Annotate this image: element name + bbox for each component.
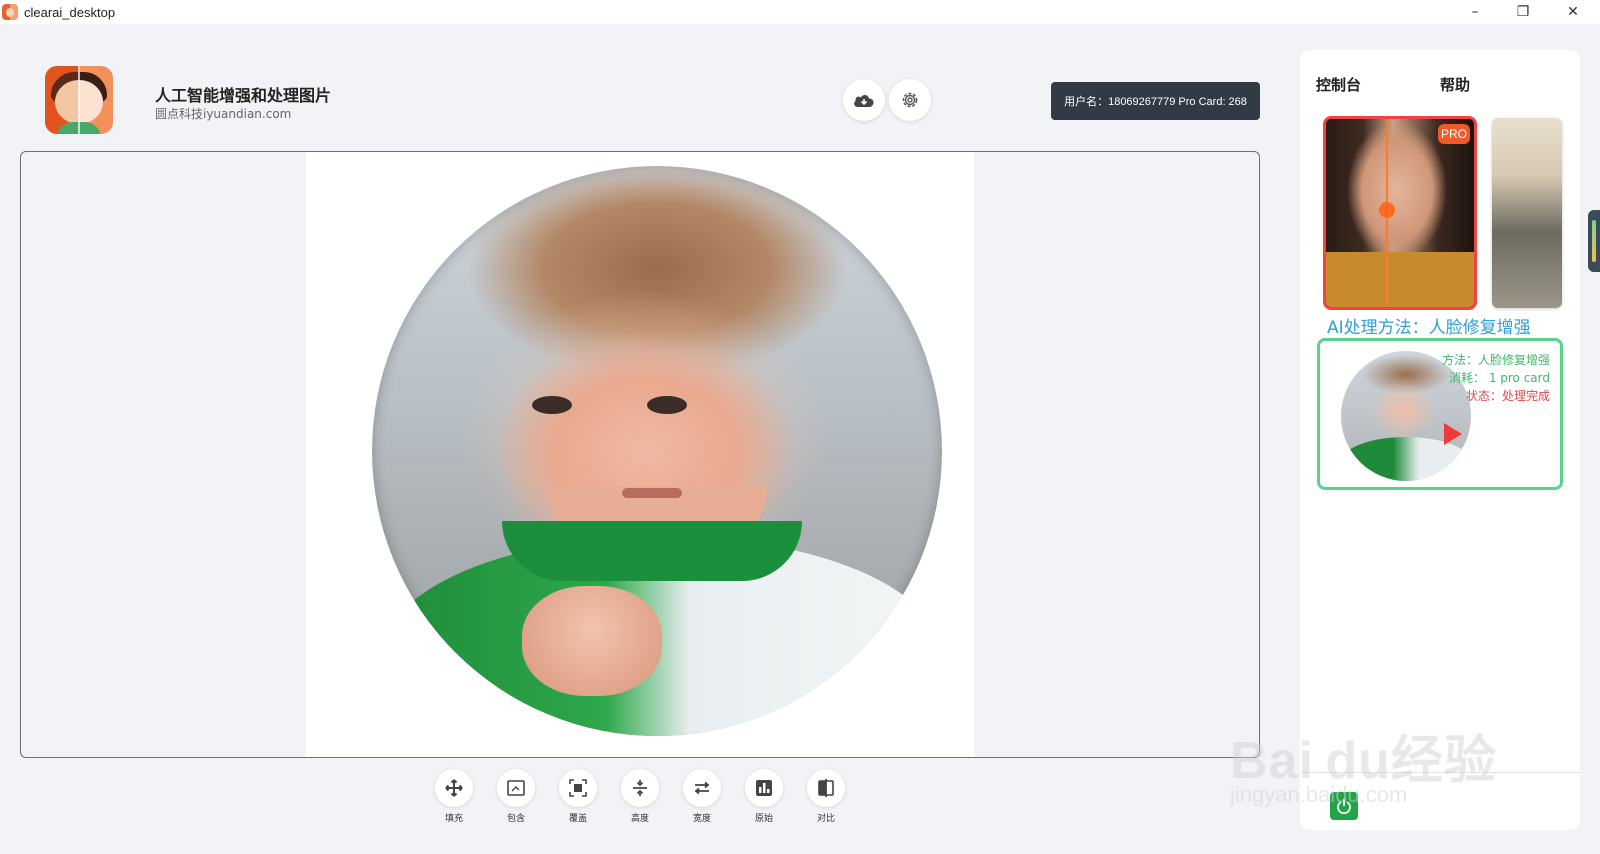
maximize-button[interactable]: ❐ [1500,0,1546,24]
app-title: 人工智能增强和处理图片 [155,86,332,105]
edge-dock-handle[interactable] [1588,210,1600,272]
cloud-download-button[interactable] [843,79,885,121]
tool-fit-height[interactable]: 高度 [616,769,664,824]
tool-cover-label: 覆盖 [568,814,587,824]
app-subtitle: 圆点科技iyuandian.com [155,107,292,121]
original-icon [756,780,772,796]
watermark-url: jingyan.baidu.com [1230,782,1408,807]
tool-fill[interactable]: 填充 [430,769,478,824]
compare-slider-handle[interactable] [1379,202,1395,218]
tool-fit-height-label: 高度 [630,814,649,824]
tool-compare-label: 对比 [816,814,835,824]
tool-cover[interactable]: 覆盖 [554,769,602,824]
app-logo [45,66,113,134]
result-cost: 消耗： 1 pro card [1449,371,1550,385]
minimize-button[interactable]: – [1452,0,1498,24]
gear-icon [902,92,918,108]
method-title: AI处理方法：人脸修复增强 [1327,318,1531,338]
processed-photo [372,166,942,736]
method-card-old-photo[interactable] [1492,118,1562,308]
tool-fit-width-label: 宽度 [692,814,711,824]
window-title: clearai_desktop [24,4,116,20]
settings-button[interactable] [889,79,931,121]
tab-console[interactable]: 控制台 [1316,74,1361,95]
cloud-download-icon [854,94,874,107]
contain-icon [507,780,525,796]
play-icon[interactable] [1444,423,1462,445]
tool-original[interactable]: 原始 [740,769,788,824]
tool-compare[interactable]: 对比 [802,769,850,824]
tool-original-label: 原始 [754,814,773,824]
close-button[interactable]: ✕ [1550,0,1596,24]
tab-help[interactable]: 帮助 [1440,74,1470,95]
result-status: 状态：处理完成 [1465,389,1550,403]
cover-icon [569,779,587,797]
user-info-badge: 用户名：18069267779 Pro Card: 268 [1051,82,1260,120]
photo-frame [306,152,974,757]
result-method: 方法：人脸修复增强 [1441,353,1550,367]
tool-fill-label: 填充 [444,814,463,824]
app-icon [2,4,18,20]
tool-contain-label: 包含 [506,814,525,824]
window-titlebar: clearai_desktop – ❐ ✕ [0,0,1600,24]
tool-contain[interactable]: 包含 [492,769,540,824]
result-card[interactable]: 方法：人脸修复增强 消耗： 1 pro card 状态：处理完成 [1317,338,1563,490]
pro-badge: PRO [1438,124,1470,144]
image-canvas[interactable] [20,151,1260,758]
fit-width-icon [694,781,710,795]
baidu-watermark: Bai du经验 jingyan.baidu.com [1220,690,1520,820]
method-card-face-enhance[interactable]: PRO [1323,116,1477,310]
tool-fit-width[interactable]: 宽度 [678,769,726,824]
move-icon [445,779,463,797]
fit-height-icon [633,780,647,796]
compare-icon [818,779,834,797]
